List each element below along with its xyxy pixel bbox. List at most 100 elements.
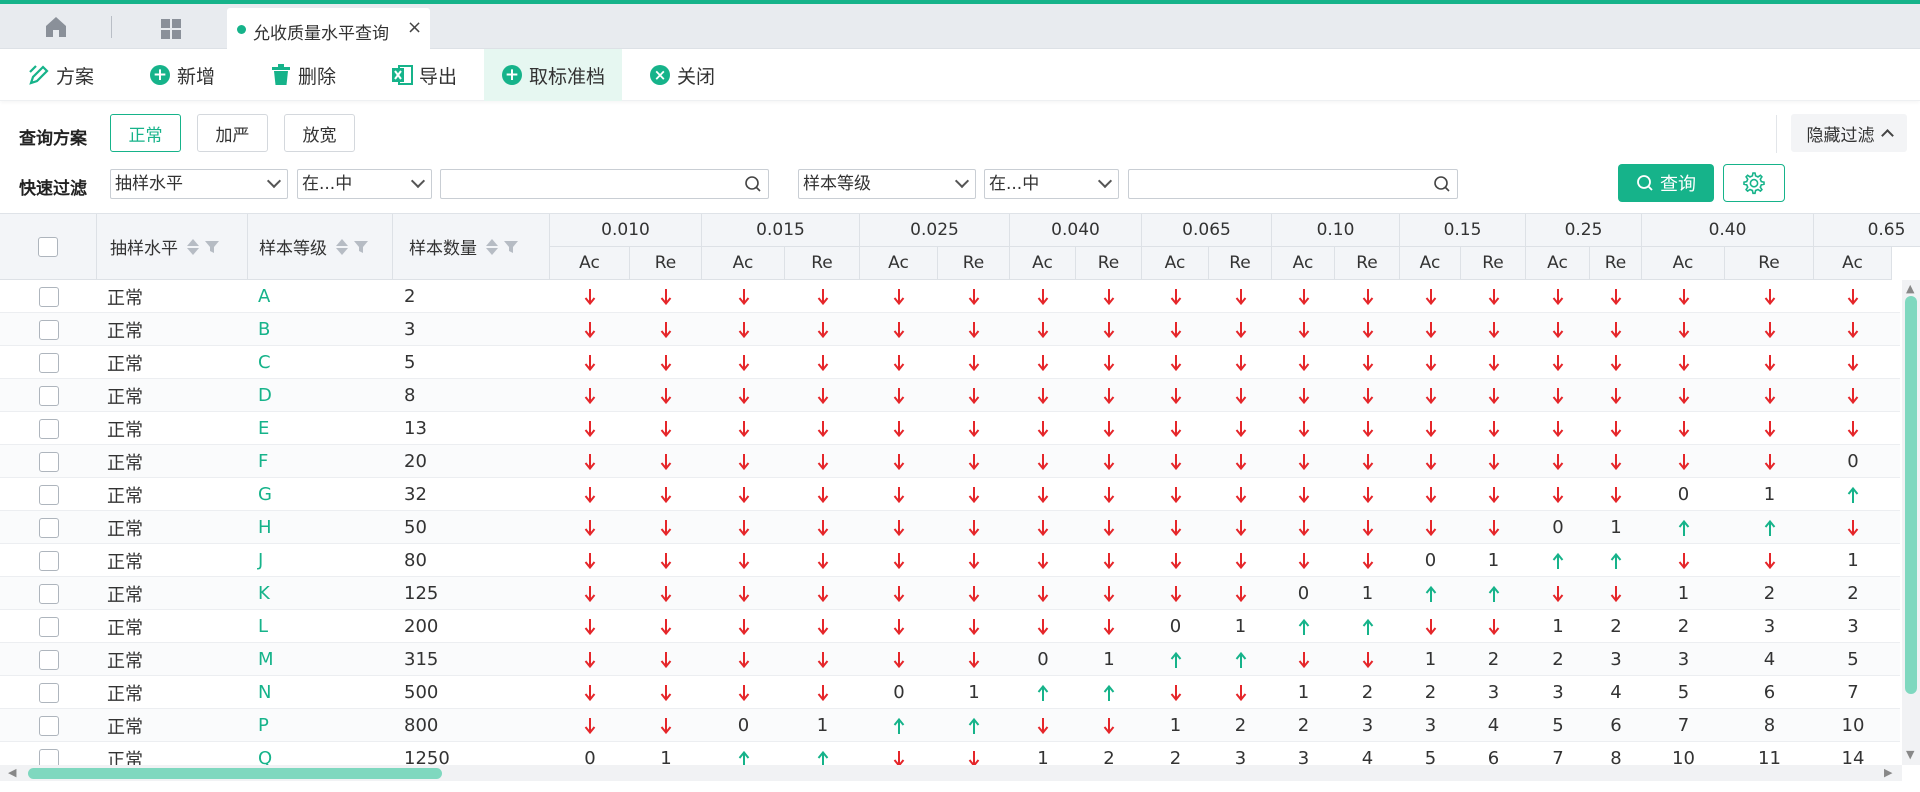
tab-aql-query[interactable]: 允收质量水平查询 × <box>227 8 430 49</box>
scheme-option-reduced[interactable]: 放宽 <box>284 114 355 152</box>
filter-operator-2-select[interactable]: 在...中 <box>984 169 1119 199</box>
table-row[interactable]: 正常 F 20 0 <box>0 445 1900 478</box>
filter-icon[interactable] <box>503 239 519 255</box>
header-sampling-level[interactable]: 抽样水平 <box>97 214 248 280</box>
add-button[interactable]: + 新增 <box>149 49 215 101</box>
row-checkbox[interactable] <box>38 319 59 340</box>
arrow-down-icon <box>860 346 938 379</box>
row-checkbox[interactable] <box>38 451 59 472</box>
table-row[interactable]: 正常 J 80 0 1 1 <box>0 544 1900 577</box>
scheme-option-normal[interactable]: 正常 <box>110 114 181 152</box>
row-checkbox[interactable] <box>38 616 59 637</box>
row-checkbox-cell <box>0 280 97 313</box>
table-row[interactable]: 正常 L 200 0 1 1 2 2 3 3 <box>0 610 1900 643</box>
scroll-down-icon[interactable]: ▼ <box>1906 748 1914 761</box>
scroll-right-icon[interactable]: ▶ <box>1884 766 1892 779</box>
cell-sampling-level: 正常 <box>107 452 143 474</box>
row-checkbox[interactable] <box>38 583 59 604</box>
filter-operator-1-select[interactable]: 在...中 <box>297 169 432 199</box>
vertical-scroll-thumb[interactable] <box>1905 296 1917 694</box>
cell-sample-grade: K <box>258 583 270 604</box>
header-re: Re <box>1461 247 1526 280</box>
table-row[interactable]: 正常 H 50 0 1 <box>0 511 1900 544</box>
arrow-down-icon <box>938 379 1010 412</box>
row-checkbox[interactable] <box>38 517 59 538</box>
horizontal-scroll-thumb[interactable] <box>28 768 442 779</box>
header-re: Re <box>785 247 860 280</box>
arrow-down-icon <box>1814 280 1892 313</box>
arrow-down-icon <box>1461 445 1526 478</box>
close-button[interactable]: × 关闭 <box>649 49 715 101</box>
filter-field-1-select[interactable]: 抽样水平 <box>110 169 288 199</box>
table-row[interactable]: 正常 P 800 0 1 1 2 2 3 3 4 5 6 7 8 10 <box>0 709 1900 742</box>
filter-icon[interactable] <box>353 239 369 255</box>
scroll-up-icon[interactable]: ▲ <box>1906 282 1914 295</box>
table-row[interactable]: 正常 A 2 <box>0 280 1900 313</box>
header-sample-grade[interactable]: 样本等级 <box>248 214 393 280</box>
toolbar: 方案 + 新增 删除 导出 + 取标准档 × 关闭 <box>0 49 1920 101</box>
export-button[interactable]: 导出 <box>391 49 457 101</box>
search-icon[interactable] <box>744 175 762 193</box>
filter-field-2-select[interactable]: 样本等级 <box>798 169 976 199</box>
sort-icon[interactable] <box>186 238 199 256</box>
cancel-standard-button[interactable]: + 取标准档 <box>484 49 622 101</box>
row-checkbox-cell <box>0 544 97 577</box>
search-icon[interactable] <box>1433 175 1451 193</box>
table-row[interactable]: 正常 N 500 0 1 1 2 2 3 3 4 5 6 7 <box>0 676 1900 709</box>
cell-value: 1 <box>1610 517 1622 538</box>
home-icon[interactable] <box>40 14 72 40</box>
filter-value-2-input[interactable] <box>1128 169 1458 199</box>
table-row[interactable]: 正常 Q 1250 0 1 1 2 2 3 3 4 5 6 7 8 10 11 14 <box>0 742 1900 765</box>
arrow-down-icon <box>1335 379 1400 412</box>
table-row[interactable]: 正常 C 5 <box>0 346 1900 379</box>
row-checkbox[interactable] <box>38 385 59 406</box>
hide-filter-button[interactable]: 隐藏过滤 <box>1791 114 1907 152</box>
cell-value: 3 <box>1234 748 1247 765</box>
filter-icon[interactable] <box>204 239 220 255</box>
arrow-down-icon <box>550 709 630 742</box>
arrow-up-icon <box>1461 577 1526 610</box>
row-checkbox[interactable] <box>38 649 59 670</box>
select-all-checkbox[interactable] <box>38 236 58 257</box>
arrow-down-icon <box>630 610 702 643</box>
table-row[interactable]: 正常 E 13 <box>0 412 1900 445</box>
apps-grid-icon[interactable] <box>155 16 187 42</box>
query-button[interactable]: 查询 <box>1618 164 1714 202</box>
vertical-scrollbar[interactable]: ▲ ▼ <box>1902 280 1920 765</box>
sort-icon[interactable] <box>485 238 498 256</box>
table-row[interactable]: 正常 M 315 0 1 1 2 2 3 3 4 5 <box>0 643 1900 676</box>
plan-label: 方案 <box>56 65 95 88</box>
settings-button[interactable] <box>1723 164 1785 202</box>
cell-value: 0 <box>584 748 596 765</box>
table-row[interactable]: 正常 K 125 0 1 1 2 2 <box>0 577 1900 610</box>
arrow-down-icon <box>1076 610 1142 643</box>
table-row[interactable]: 正常 B 3 <box>0 313 1900 346</box>
plan-button[interactable]: 方案 <box>28 49 94 101</box>
table-row[interactable]: 正常 D 8 <box>0 379 1900 412</box>
scheme-option-tightened[interactable]: 加严 <box>197 114 268 152</box>
row-checkbox[interactable] <box>38 715 59 736</box>
row-checkbox-cell <box>0 412 97 445</box>
row-checkbox[interactable] <box>38 682 59 703</box>
row-checkbox-cell <box>0 676 97 709</box>
arrow-down-icon <box>550 313 630 346</box>
arrow-down-icon <box>1209 445 1272 478</box>
horizontal-scrollbar[interactable]: ◀ ▶ <box>0 765 1902 781</box>
scroll-left-icon[interactable]: ◀ <box>8 766 16 779</box>
cell-value: 1 <box>1169 715 1182 736</box>
row-checkbox[interactable] <box>38 352 59 373</box>
arrow-down-icon <box>1526 412 1590 445</box>
delete-button[interactable]: 删除 <box>270 49 336 101</box>
row-checkbox[interactable] <box>38 418 59 439</box>
cell-sample-size: 32 <box>404 484 427 505</box>
row-checkbox[interactable] <box>38 286 59 307</box>
table-row[interactable]: 正常 G 32 0 1 <box>0 478 1900 511</box>
sort-icon[interactable] <box>335 238 348 256</box>
header-sample-size[interactable]: 样本数量 <box>393 214 550 280</box>
filter-value-1-input[interactable] <box>440 169 769 199</box>
close-icon[interactable]: × <box>407 17 422 38</box>
row-checkbox[interactable] <box>38 550 59 571</box>
arrow-down-icon <box>630 379 702 412</box>
row-checkbox[interactable] <box>38 484 59 505</box>
row-checkbox[interactable] <box>38 748 59 765</box>
